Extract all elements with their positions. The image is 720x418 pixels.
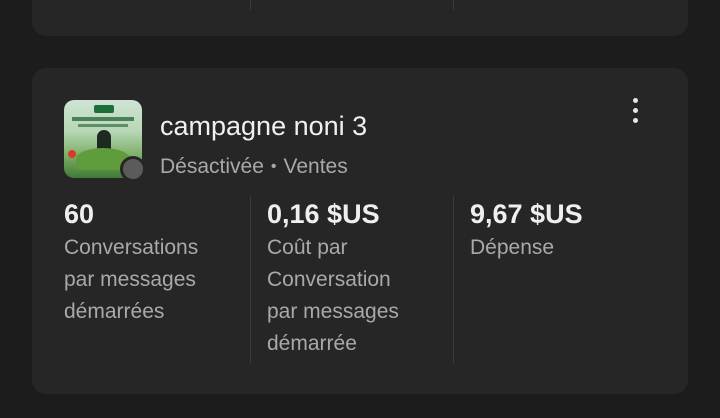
metric-cost-per-conversation: 0,16 $US Coût par Conversation par messa…	[267, 198, 399, 360]
metric-label: Dépense	[470, 236, 555, 259]
more-options-icon[interactable]	[624, 96, 648, 126]
metric-divider	[250, 196, 251, 363]
metric-value: 9,67 $US	[470, 199, 583, 229]
inactive-status-icon	[120, 156, 146, 182]
campaign-name[interactable]: campagne noni 3	[160, 110, 367, 142]
campaign-thumbnail[interactable]	[64, 100, 146, 182]
metric-divider	[453, 0, 454, 10]
metric-spend: 9,67 $US Dépense	[470, 198, 583, 264]
metric-divider	[250, 0, 251, 10]
campaign-card[interactable]: campagne noni 3 Désactivée • Ventes 60 Con…	[32, 68, 688, 394]
metric-conversations: 60 Conversations par messages démarrées	[64, 198, 198, 328]
metric-label: Conversations par messages démarrées	[64, 236, 199, 323]
metric-value: 0,16 $US	[267, 199, 380, 229]
campaign-subtitle: Désactivée • Ventes	[160, 154, 348, 182]
metric-value: 60	[64, 199, 95, 229]
metric-divider	[453, 196, 454, 363]
previous-campaign-card[interactable]	[32, 0, 688, 36]
objective-label: Ventes	[283, 155, 348, 178]
status-label: Désactivée	[160, 155, 264, 178]
metric-label: Coût par Conversation par messages démar…	[267, 236, 399, 355]
separator-dot: •	[270, 158, 277, 175]
